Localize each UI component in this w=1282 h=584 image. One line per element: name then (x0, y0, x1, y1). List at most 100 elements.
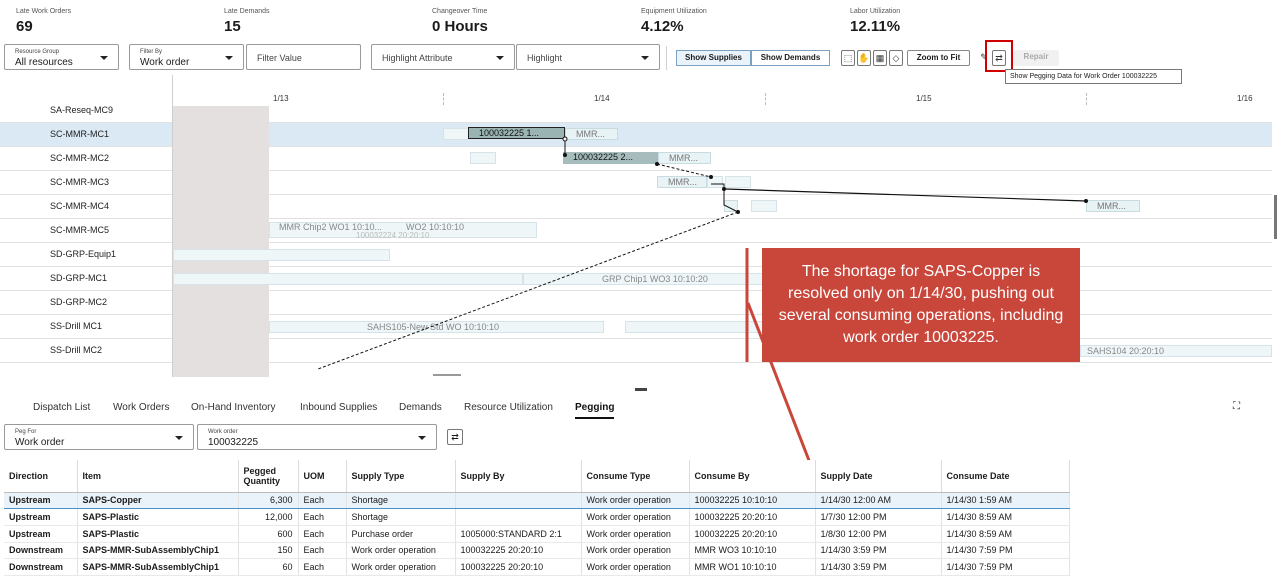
kpi-value: 15 (224, 18, 241, 35)
dependency-node (655, 162, 659, 166)
uom-cell: Each (298, 491, 347, 510)
eraser-icon[interactable]: ◇ (889, 50, 903, 66)
expand-icon[interactable]: ⛶ (1233, 402, 1243, 412)
table-row[interactable]: Downstream SAPS-MMR-SubAssemblyChip1 60 … (4, 558, 1070, 576)
supply-date-cell: 1/14/30 12:00 AM (815, 491, 942, 510)
chevron-down-icon (641, 56, 649, 60)
filter-value-input[interactable]: Filter Value (246, 44, 361, 70)
column-header[interactable]: UOM (298, 460, 347, 493)
supply-type-cell: Work order operation (346, 542, 456, 560)
uom-cell: Each (298, 525, 347, 543)
pegging-highlight-box (985, 40, 1013, 72)
zoom-to-fit-button[interactable]: Zoom to Fit (907, 50, 970, 66)
highlight-attribute-placeholder: Highlight Attribute (382, 53, 453, 63)
direction-cell: Downstream (4, 542, 78, 560)
peg-for-select[interactable]: Peg For Work order (4, 424, 194, 450)
repair-button[interactable]: Repair (1013, 50, 1059, 66)
supply-by-cell: 1005000:STANDARD 2:1 (455, 525, 582, 543)
quantity-cell: 600 (238, 525, 299, 543)
tab-demands[interactable]: Demands (399, 402, 442, 413)
splitter-handle[interactable] (635, 388, 647, 391)
filter-by-label: Filter By (140, 49, 163, 55)
detail-tabs: Dispatch List Work Orders On-Hand Invent… (0, 398, 1282, 420)
dependency-node (1084, 199, 1088, 203)
filter-value-placeholder: Filter Value (257, 53, 302, 63)
vertical-scrollbar[interactable] (1274, 195, 1277, 239)
dependency-link (724, 188, 1087, 202)
pan-hand-icon[interactable]: ✋ (857, 50, 871, 66)
column-header[interactable]: Supply By (455, 460, 582, 493)
uom-cell: Each (298, 508, 347, 526)
supply-by-cell (455, 491, 582, 510)
pegging-table: Direction Item Pegged Quantity UOM Suppl… (4, 460, 1070, 576)
table-row[interactable]: Upstream SAPS-Plastic 12,000 Each Shorta… (4, 508, 1070, 526)
column-header[interactable]: Item (77, 460, 239, 493)
table-row[interactable]: Upstream SAPS-Copper 6,300 Each Shortage… (4, 491, 1070, 510)
column-header[interactable]: Pegged Quantity (238, 460, 299, 493)
kpi-changeover-time[interactable]: Changeover Time 0 Hours (432, 8, 488, 35)
work-order-value: 100032225 (208, 437, 259, 448)
consume-by-cell: MMR WO1 10:10:10 (689, 558, 816, 576)
supply-by-cell: 100032225 20:20:10 (455, 558, 582, 576)
highlight-select[interactable]: Highlight (516, 44, 660, 70)
show-demands-button[interactable]: Show Demands (751, 50, 830, 66)
dependency-link (711, 183, 725, 189)
horizontal-scrollbar[interactable] (433, 374, 461, 376)
work-order-select[interactable]: Work order 100032225 (197, 424, 437, 450)
kpi-bar: Late Work Orders 69 Late Demands 15 Chan… (0, 0, 1282, 40)
consume-type-cell: Work order operation (581, 491, 690, 510)
column-header[interactable]: Consume Type (581, 460, 690, 493)
select-tool-icon[interactable]: ⬚ (841, 50, 855, 66)
consume-date-cell: 1/14/30 7:59 PM (941, 558, 1070, 576)
kpi-labor-utilization[interactable]: Labor Utilization 12.11% (850, 8, 900, 35)
quantity-cell: 60 (238, 558, 299, 576)
consume-type-cell: Work order operation (581, 558, 690, 576)
column-header[interactable]: Consume Date (941, 460, 1070, 493)
tab-on-hand-inventory[interactable]: On-Hand Inventory (191, 402, 276, 413)
kpi-late-work-orders[interactable]: Late Work Orders 69 (16, 8, 71, 35)
kpi-label: Labor Utilization (850, 8, 901, 15)
column-header[interactable]: Direction (4, 460, 78, 493)
consume-date-cell: 1/14/30 1:59 AM (941, 491, 1070, 510)
consume-by-cell: 100032225 10:10:10 (689, 491, 816, 510)
filter-by-select[interactable]: Filter By Work order (129, 44, 244, 70)
tab-work-orders[interactable]: Work Orders (113, 402, 170, 413)
pegging-network-icon[interactable]: ⇄ (447, 429, 463, 445)
table-row[interactable]: Downstream SAPS-MMR-SubAssemblyChip1 150… (4, 542, 1070, 560)
dependency-node (562, 136, 568, 142)
kpi-value: 69 (16, 18, 33, 35)
kpi-label: Late Demands (224, 8, 270, 15)
consume-type-cell: Work order operation (581, 508, 690, 526)
dependency-link (317, 211, 739, 370)
item-cell: SAPS-MMR-SubAssemblyChip1 (77, 558, 239, 576)
gantt-chart: 1/13 1/14 1/15 1/16 SA-Reseq-MC9 SC-MMR-… (0, 75, 1282, 377)
tab-pegging[interactable]: Pegging (575, 402, 615, 419)
kpi-value: 4.12% (641, 18, 684, 35)
tab-inbound-supplies[interactable]: Inbound Supplies (300, 402, 377, 413)
toolbar-divider (666, 46, 667, 70)
consume-by-cell: MMR WO3 10:10:10 (689, 542, 816, 560)
kpi-label: Changeover Time (432, 8, 488, 15)
kpi-value: 0 Hours (432, 18, 488, 35)
item-cell: SAPS-Plastic (77, 525, 239, 543)
dependency-node (709, 175, 713, 179)
tab-resource-utilization[interactable]: Resource Utilization (464, 402, 553, 413)
kpi-late-demands[interactable]: Late Demands 15 (224, 8, 270, 35)
show-supplies-button[interactable]: Show Supplies (676, 50, 751, 66)
resource-group-select[interactable]: Resource Group All resources (4, 44, 119, 70)
kpi-equipment-utilization[interactable]: Equipment Utilization 4.12% (641, 8, 707, 35)
column-header[interactable]: Supply Type (346, 460, 456, 493)
supply-date-cell: 1/7/30 12:00 PM (815, 508, 942, 526)
calendar-icon[interactable]: ▦ (873, 50, 887, 66)
column-header[interactable]: Consume By (689, 460, 816, 493)
uom-cell: Each (298, 542, 347, 560)
highlight-placeholder: Highlight (527, 53, 563, 63)
supply-type-cell: Purchase order (346, 525, 456, 543)
direction-cell: Downstream (4, 558, 78, 576)
table-row[interactable]: Upstream SAPS-Plastic 600 Each Purchase … (4, 525, 1070, 543)
highlight-attribute-select[interactable]: Highlight Attribute (371, 44, 515, 70)
kpi-label: Equipment Utilization (641, 8, 707, 15)
tab-dispatch-list[interactable]: Dispatch List (33, 402, 90, 413)
column-header[interactable]: Supply Date (815, 460, 942, 493)
kpi-label: Late Work Orders (16, 8, 72, 15)
